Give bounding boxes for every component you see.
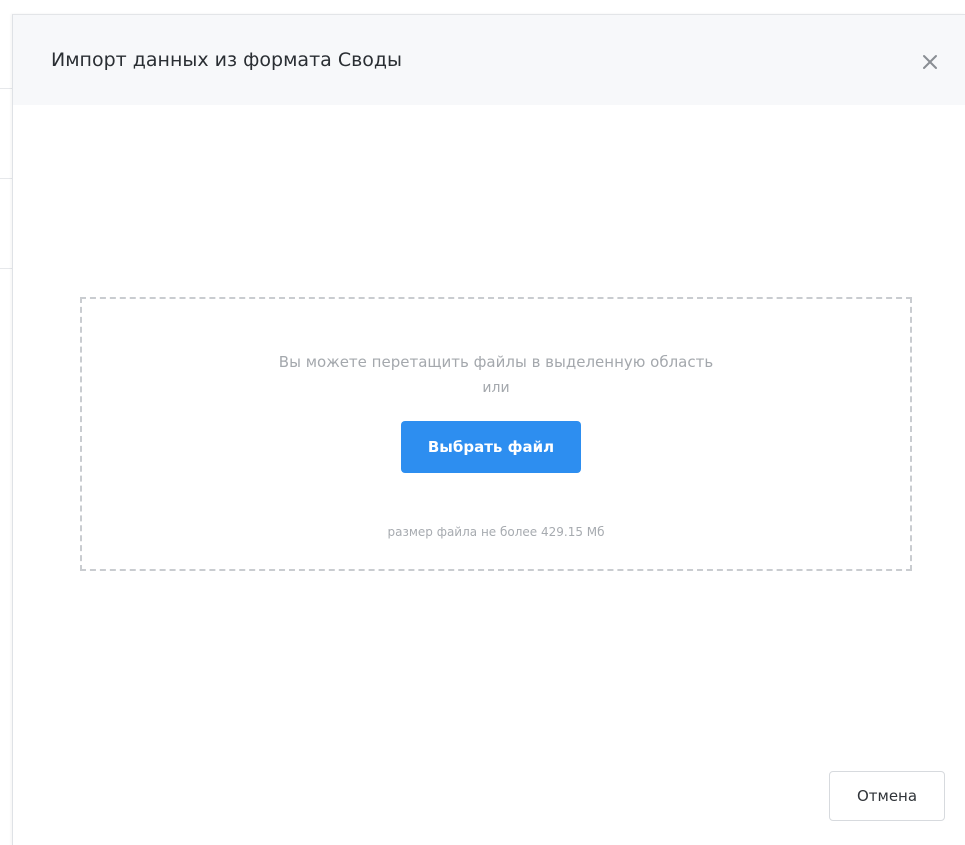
backdrop-divider (0, 178, 12, 179)
choose-file-button[interactable]: Выбрать файл (401, 421, 581, 473)
file-dropzone[interactable]: Вы можете перетащить файлы в выделенную … (80, 297, 912, 571)
dialog-title: Импорт данных из формата Своды (51, 49, 403, 71)
import-dialog: Импорт данных из формата Своды Вы можете… (12, 14, 965, 845)
close-button[interactable] (919, 51, 941, 73)
dropzone-or-label: или (482, 380, 510, 396)
close-icon (923, 55, 937, 69)
file-size-limit: размер файла не более 429.15 Мб (387, 525, 605, 539)
dropzone-hint: Вы можете перетащить файлы в выделенную … (278, 353, 714, 371)
cancel-button[interactable]: Отмена (829, 771, 945, 821)
backdrop-divider (0, 268, 12, 269)
backdrop-divider (0, 88, 12, 89)
dialog-header: Импорт данных из формата Своды (13, 15, 965, 105)
